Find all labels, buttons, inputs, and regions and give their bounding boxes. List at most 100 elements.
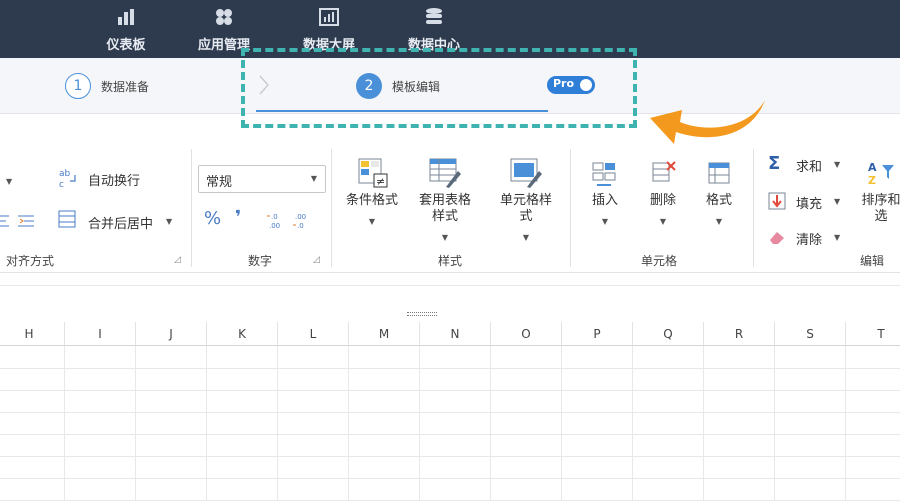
svg-text:A: A [868, 161, 877, 174]
group-title-style: 样式 [438, 254, 463, 268]
sum-button[interactable]: 求和 [796, 156, 822, 175]
conditional-format-label: 条件格式 [345, 193, 398, 208]
group-title-edit: 编辑 [860, 254, 885, 268]
svg-text:c: c [59, 180, 64, 189]
format-button[interactable]: 格式 ▼ [696, 159, 742, 228]
dropdown-arrow-icon[interactable]: ▼ [6, 177, 12, 186]
merge-center-icon [58, 210, 76, 228]
format-label: 格式 [705, 193, 732, 208]
step-label: 数据准备 [101, 79, 150, 94]
increase-decimal-icon[interactable]: .0.00 [266, 211, 286, 229]
align-center-icon[interactable] [0, 213, 10, 229]
insert-button[interactable]: 插入 ▼ [582, 159, 628, 228]
column-header[interactable]: P [562, 322, 633, 346]
formula-bar[interactable] [0, 274, 900, 286]
merge-dropdown-arrow-icon[interactable]: ▼ [166, 217, 172, 226]
svg-text:.0: .0 [297, 222, 304, 229]
fill-button[interactable]: 填充 [796, 193, 822, 212]
column-header[interactable]: L [278, 322, 349, 346]
wrap-text-icon: abc [59, 169, 76, 189]
wrap-text-button[interactable]: 自动换行 [88, 170, 140, 189]
svg-text:.00: .00 [269, 222, 280, 229]
ribbon: ▼ ab c 自动换行 合并后居中 ▼ 对齐方式 ◿ % ❜ .0.00 .00.… [0, 145, 900, 273]
conditional-format-button[interactable]: ≠ 条件格式 ▼ [336, 157, 408, 228]
align-right-icon[interactable] [16, 213, 36, 229]
grid-line-horizontal [0, 456, 900, 457]
sum-icon: Σ [768, 153, 781, 174]
cell-style-label-2: 式 [519, 209, 533, 224]
cell-style-button[interactable]: 单元格样 式 ▼ [490, 157, 562, 244]
divider [570, 149, 571, 267]
grid-line-horizontal [0, 478, 900, 479]
clear-dropdown-arrow-icon[interactable]: ▼ [834, 233, 840, 242]
svg-text:.00: .00 [295, 213, 306, 221]
svg-text:.0: .0 [271, 213, 278, 221]
nav-label: 仪表板 [106, 38, 146, 53]
dialog-launcher-icon[interactable]: ◿ [174, 255, 181, 265]
database-icon [426, 8, 442, 24]
svg-text:Z: Z [868, 174, 876, 187]
column-header[interactable]: O [491, 322, 562, 346]
pointer-arrow-icon [650, 100, 765, 144]
table-style-button[interactable]: 套用表格 样式 ▼ [412, 157, 478, 244]
divider [331, 149, 332, 267]
group-title-cells: 单元格 [641, 254, 678, 268]
sort-filter-label-2: 选 [874, 209, 888, 224]
divider [753, 149, 754, 267]
column-header[interactable]: S [775, 322, 846, 346]
table-style-label-2: 样式 [431, 209, 458, 224]
sort-filter-button[interactable]: AZ 排序和 选 [858, 159, 900, 225]
bar-chart-icon [118, 9, 134, 25]
delete-button[interactable]: 删除 ▼ [640, 159, 686, 228]
dropdown-arrow-icon: ▼ [715, 217, 723, 226]
dropdown-arrow-icon: ▼ [368, 217, 376, 226]
resize-splitter-handle[interactable] [407, 312, 437, 316]
apps-icon [216, 9, 232, 25]
chevron-down-icon: ▼ [310, 174, 317, 183]
column-header[interactable]: J [136, 322, 207, 346]
nav-item-dashboard[interactable]: 仪表板 [81, 6, 171, 56]
dropdown-arrow-icon: ▼ [441, 233, 449, 242]
merge-center-button[interactable]: 合并后居中 [88, 213, 153, 232]
spreadsheet-grid[interactable]: HIJKLMNOPQRST [0, 322, 900, 501]
group-title-number: 数字 [248, 254, 273, 268]
column-header[interactable]: K [207, 322, 278, 346]
svg-text:ab: ab [59, 169, 71, 179]
decrease-decimal-icon[interactable]: .00.0 [292, 211, 312, 229]
dialog-launcher-icon[interactable]: ◿ [313, 255, 320, 265]
column-header[interactable]: T [846, 322, 900, 346]
delete-label: 删除 [649, 193, 676, 208]
dropdown-arrow-icon: ▼ [522, 233, 530, 242]
number-format-value: 常规 [206, 175, 233, 190]
percent-button[interactable]: % [204, 208, 221, 229]
fill-dropdown-arrow-icon[interactable]: ▼ [834, 197, 840, 206]
comma-button[interactable]: ❜ [235, 207, 241, 228]
conditional-format-icon: ≠ [358, 158, 388, 188]
column-header[interactable]: I [65, 322, 136, 346]
screen-chart-icon [319, 8, 339, 26]
clear-button[interactable]: 清除 [796, 229, 822, 248]
sum-dropdown-arrow-icon[interactable]: ▼ [834, 160, 840, 169]
step-data-prep[interactable]: 1 数据准备 [65, 72, 149, 100]
grid-line-horizontal [0, 368, 900, 369]
insert-label: 插入 [591, 193, 618, 208]
delete-cells-icon [652, 161, 676, 182]
grid-line-horizontal [0, 412, 900, 413]
column-header[interactable]: Q [633, 322, 704, 346]
sort-filter-label-1: 排序和 [861, 193, 900, 208]
grid-line-horizontal [0, 434, 900, 435]
format-cells-icon [708, 162, 730, 184]
number-format-select[interactable]: 常规 ▼ [198, 165, 326, 193]
step-number: 1 [65, 73, 91, 99]
table-style-icon [429, 158, 461, 188]
cell-style-label-1: 单元格样 [499, 193, 552, 208]
table-style-label-1: 套用表格 [418, 193, 471, 208]
column-header[interactable]: M [349, 322, 420, 346]
column-header[interactable]: H [0, 322, 65, 346]
fill-down-icon [768, 192, 786, 210]
sort-filter-icon: AZ [868, 161, 894, 187]
divider [191, 149, 192, 267]
column-header[interactable]: N [420, 322, 491, 346]
cell-style-icon [510, 158, 542, 188]
column-header[interactable]: R [704, 322, 775, 346]
